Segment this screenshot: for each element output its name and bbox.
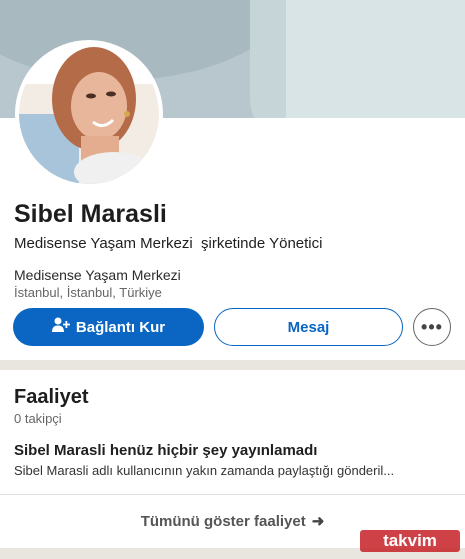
followers-count[interactable]: 0 takipçi [14,411,62,426]
cover-shape [286,0,465,118]
add-person-icon [51,317,70,337]
section-divider [0,360,465,370]
activity-empty-text: Sibel Marasli adlı kullanıcının yakın za… [14,463,395,478]
connect-button-label: Bağlantı Kur [75,318,166,336]
activity-separator [0,494,465,495]
profile-avatar[interactable] [15,40,163,188]
watermark-logo: takvim [360,530,460,552]
profile-location: İstanbul, İstanbul, Türkiye [14,285,162,300]
activity-empty-title: Sibel Marasli henüz hiçbir şey yayınlama… [14,442,318,459]
arrow-right-icon: ➜ [311,513,325,530]
connect-button[interactable]: Bağlantı Kur [13,308,204,346]
message-button[interactable]: Mesaj [214,308,403,346]
more-options-button[interactable]: ••• [413,308,451,346]
activity-title: Faaliyet [14,386,89,408]
show-all-activity-link[interactable]: Tümünü göster faaliyet ➜ [0,512,465,530]
profile-headline: Medisense Yaşam Merkezi şirketinde Yönet… [14,235,323,252]
show-all-label: Tümünü göster faaliyet [140,513,306,530]
message-button-label: Mesaj [287,318,330,336]
avatar-photo [19,44,159,184]
profile-company[interactable]: Medisense Yaşam Merkezi [14,267,181,283]
profile-name: Sibel Marasli [14,200,167,228]
more-icon: ••• [421,316,443,337]
